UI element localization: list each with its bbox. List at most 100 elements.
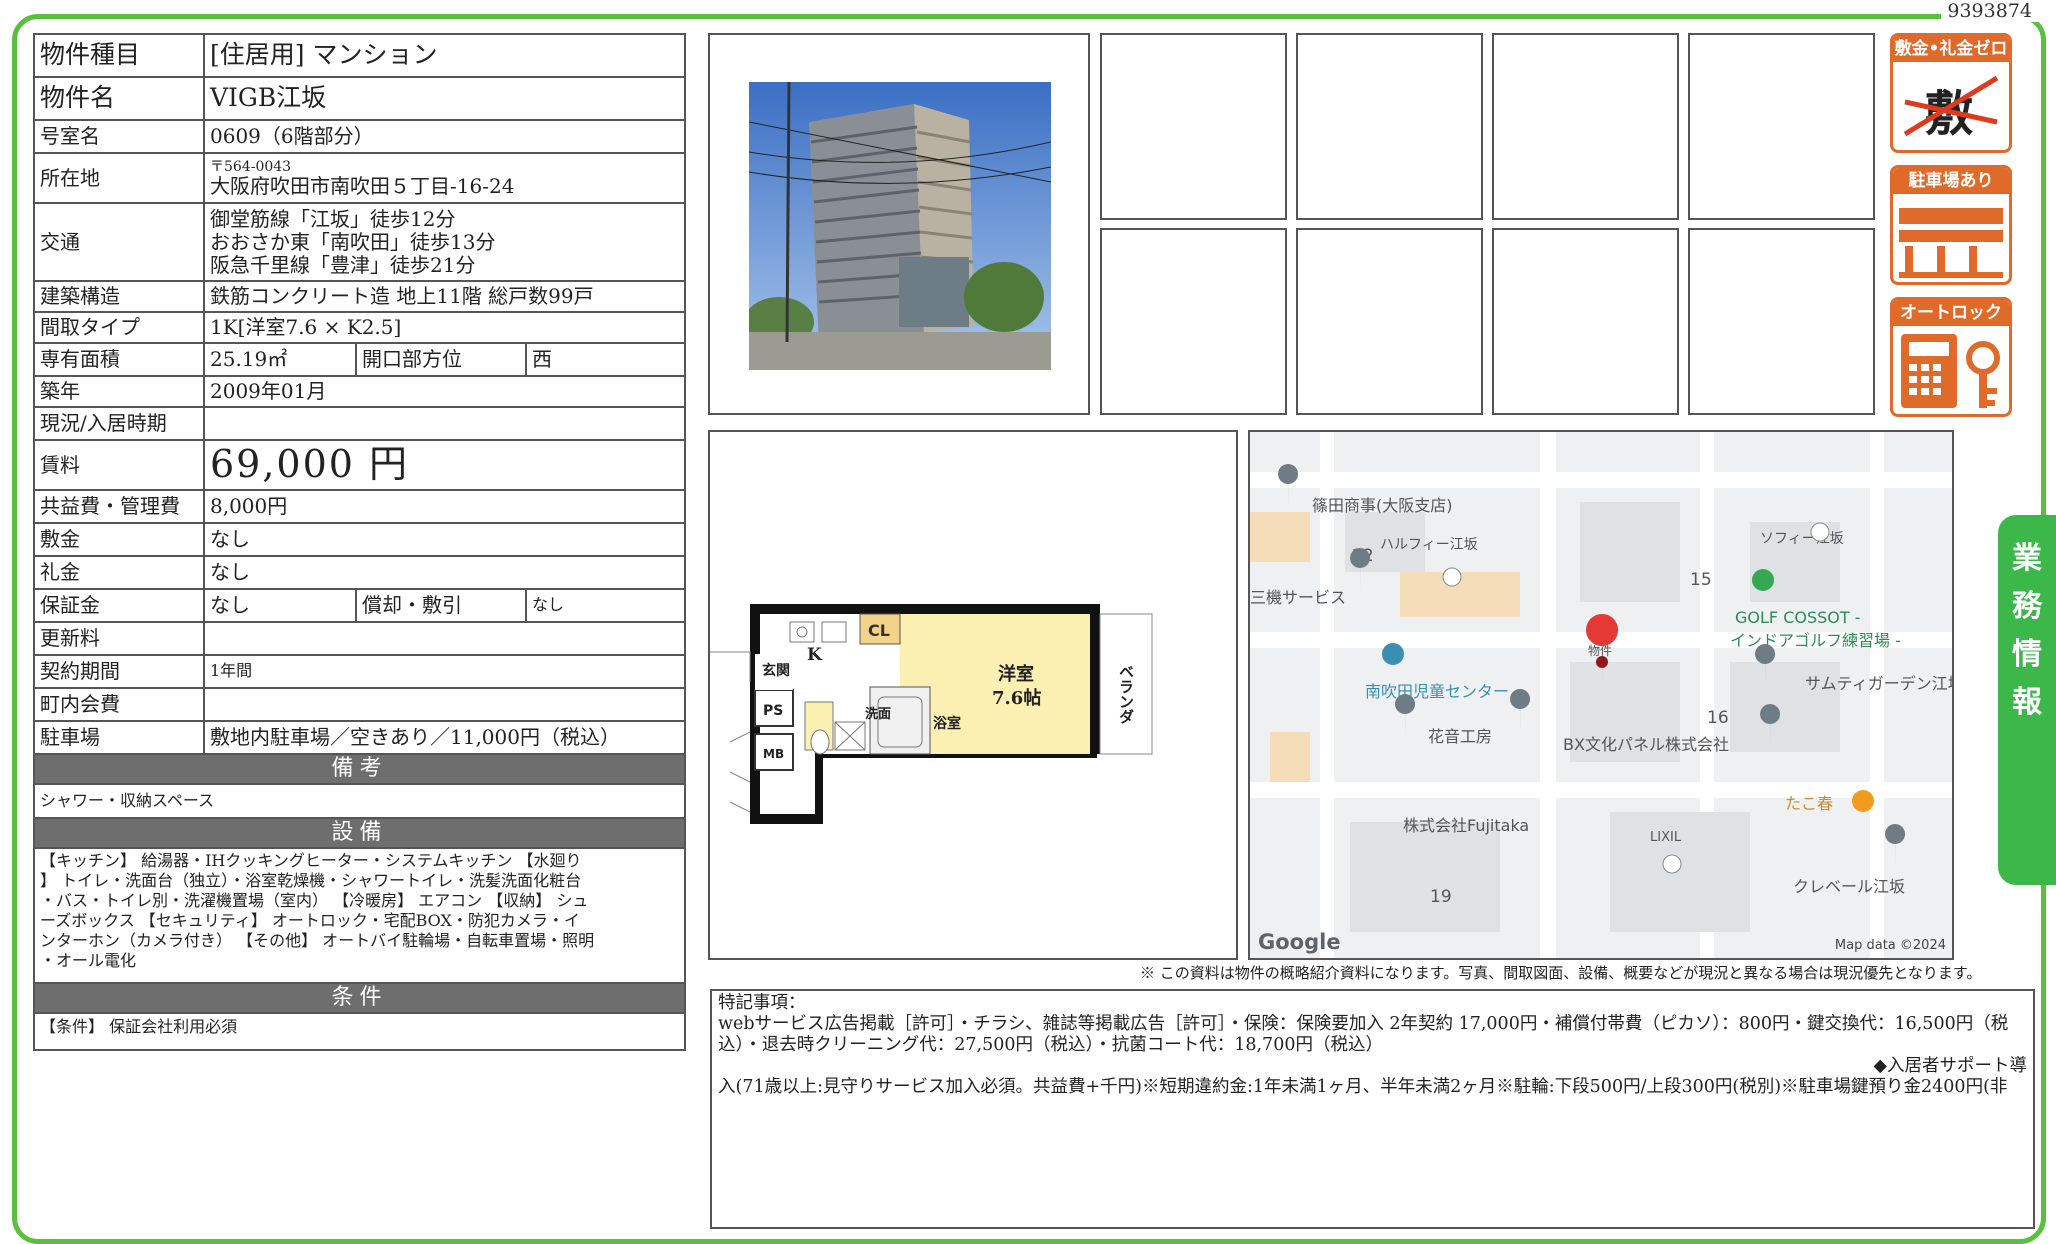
fee-label: 共益費・管理費 xyxy=(33,489,205,524)
document-number: 9393874 xyxy=(1941,0,2038,22)
parking-value: 敷地内駐車場／空きあり／11,000円（税込） xyxy=(203,720,686,755)
photo-slot xyxy=(1100,228,1287,415)
layout-value: 1K[洋室7.6 × K2.5] xyxy=(203,311,686,344)
conditions-title: 条件 xyxy=(33,982,686,1014)
map-label[interactable]: 物件 xyxy=(1588,642,1612,659)
parking-label: 駐車場 xyxy=(33,720,205,755)
side-tab-char: 情 xyxy=(2012,637,2042,672)
contract-label: 契約期間 xyxy=(33,654,205,689)
conditions-text: 【条件】 保証会社利用必須 xyxy=(33,1012,686,1051)
facing-value: 西 xyxy=(525,342,686,377)
name-label: 物件名 xyxy=(33,76,205,121)
special-notes-line: 入(71歳以上:見守りサービス加入必須。共益費+千円)※短期違約金:1年未満1ヶ… xyxy=(718,1077,2008,1097)
equipment-title: 設備 xyxy=(33,817,686,849)
parking-badge: 駐車場あり xyxy=(1890,165,2012,285)
remarks-row: シャワー・収納スペース xyxy=(33,783,686,819)
special-notes-line: webサービス広告掲載［許可］・チラシ、雑誌等掲載広告［許可］・保険：保険要加入… xyxy=(718,1014,2009,1034)
keymoney-label: 礼金 xyxy=(33,555,205,590)
map-label[interactable]: LIXIL xyxy=(1650,830,1681,845)
renewal-label: 更新料 xyxy=(33,621,205,656)
photo-slot xyxy=(1688,33,1875,220)
built-label: 築年 xyxy=(33,375,205,408)
map-label[interactable]: 株式会社Fujitaka xyxy=(1403,812,1529,836)
map-label[interactable]: クレベール江坂 xyxy=(1793,873,1905,897)
special-notes-heading: 特記事項： xyxy=(718,993,806,1013)
fee-value: 8,000円 xyxy=(203,489,686,524)
fp-ps: PS xyxy=(763,703,783,719)
map-block-number: 22 xyxy=(1352,546,1374,566)
map-label[interactable]: GOLF COSSOT - xyxy=(1735,608,1861,627)
equipment-line: ・バス・トイレ別・洗濯機置場（室内） 【冷暖房】 エアコン 【収納】 シュ xyxy=(40,891,589,910)
conditions-row: 【条件】 保証会社利用必須 xyxy=(33,1012,686,1051)
business-info-tab[interactable]: 業 務 情 報 xyxy=(1998,515,2056,885)
structure-value: 鉄筋コンクリート造 地上11階 総戸数99戸 xyxy=(203,280,686,313)
special-notes-box: 特記事項： webサービス広告掲載［許可］・チラシ、雑誌等掲載広告［許可］・保険… xyxy=(710,989,2035,1229)
fp-senmen: 洗面 xyxy=(865,706,891,722)
community-label: 町内会費 xyxy=(33,687,205,722)
keymoney-value: なし xyxy=(203,555,686,590)
equipment-line: ・オール電化 xyxy=(40,951,137,970)
remarks-header: 備考 xyxy=(33,753,686,785)
guarantee-label: 保証金 xyxy=(33,588,205,623)
special-notes-line: ◆入居者サポート導 xyxy=(1873,1056,2027,1076)
name-value: VIGB江坂 xyxy=(203,76,686,121)
side-tab-char: 務 xyxy=(2012,589,2042,624)
access-line: 阪急千里線「豊津」徒歩21分 xyxy=(210,252,476,277)
row-layout: 間取タイプ 1K[洋室7.6 × K2.5] xyxy=(33,311,686,344)
equipment-header: 設備 xyxy=(33,817,686,849)
map-label[interactable]: インドアゴルフ練習場 - xyxy=(1730,627,1901,651)
map-label[interactable]: 南吹田児童センター xyxy=(1365,678,1509,702)
amort-label: 償却・敷引 xyxy=(355,588,527,623)
fp-veranda: ベランダ xyxy=(1117,664,1135,724)
map-label[interactable]: たこ春 xyxy=(1785,790,1833,814)
photo-slot xyxy=(1492,33,1679,220)
autolock-icon xyxy=(1901,334,2000,408)
special-notes-line: 込）・退去時クリーニング代：27,500円（税込）・抗菌コート代：18,700円… xyxy=(718,1035,1383,1055)
room-label: 号室名 xyxy=(33,119,205,154)
remarks-title: 備考 xyxy=(33,753,686,785)
rent-value: 69,000 円 xyxy=(203,439,686,491)
equipment-row: 【キッチン】 給湯器・IHクッキングヒーター・システムキッチン 【水廻り 】 ト… xyxy=(33,847,686,984)
built-value: 2009年01月 xyxy=(203,375,686,408)
equipment-line: ーズボックス 【セキュリティ】 オートロック・宅配BOX・防犯カメラ・イ xyxy=(40,911,580,930)
row-structure: 建築構造 鉄筋コンクリート造 地上11階 総戸数99戸 xyxy=(33,280,686,313)
map-block-number: 15 xyxy=(1690,570,1712,590)
building-photo-frame xyxy=(708,33,1090,415)
parking-icon xyxy=(1899,208,2003,278)
photo-slot xyxy=(1688,228,1875,415)
equipment-line: ンターホン（カメラ付き） 【その他】 オートバイ駐輪場・自転車置場・照明 xyxy=(40,931,595,950)
map-label[interactable]: サムティガーデン江坂 xyxy=(1805,670,1952,694)
autolock-title: オートロック xyxy=(1893,300,2009,326)
map-label[interactable]: ハルフィー江坂 xyxy=(1380,534,1478,554)
map-label[interactable]: BX文化パネル株式会社 xyxy=(1563,731,1729,755)
fp-mb: MB xyxy=(763,747,784,761)
map-label[interactable]: 三機サービス xyxy=(1250,584,1346,608)
conditions-header: 条件 xyxy=(33,982,686,1014)
row-address: 所在地 〒564-0043 大阪府吹田市南吹田５丁目-16-24 xyxy=(33,152,686,204)
row-parking: 駐車場 敷地内駐車場／空きあり／11,000円（税込） xyxy=(33,720,686,755)
fp-room: 洋室 xyxy=(998,663,1034,685)
photo-slot xyxy=(1100,33,1287,220)
row-fee: 共益費・管理費 8,000円 xyxy=(33,489,686,524)
equipment-line: 【キッチン】 給湯器・IHクッキングヒーター・システムキッチン 【水廻り xyxy=(40,851,582,870)
map-label[interactable]: 篠田商事(大阪支店) xyxy=(1312,492,1453,516)
map-label[interactable]: 花音工房 xyxy=(1428,723,1492,747)
access-value: 御堂筋線「江坂」徒歩12分 おおさか東「南吹田」徒歩13分 阪急千里線「豊津」徒… xyxy=(203,202,686,282)
access-line: 御堂筋線「江坂」徒歩12分 xyxy=(210,206,456,231)
contract-value: 1年間 xyxy=(203,654,686,689)
map-attribution: Map data ©2024 xyxy=(1834,938,1946,953)
equipment-line: 】 トイレ・洗面台（独立）・浴室乾燥機・シャワートイレ・洗髪洗面化粧台 xyxy=(40,871,582,890)
layout-label: 間取タイプ xyxy=(33,311,205,344)
parking-title: 駐車場あり xyxy=(1893,168,2009,194)
map-label[interactable]: ソフィー江坂 xyxy=(1760,528,1844,548)
zero-deposit-badge: 敷金•礼金ゼロ 敷 礼 xyxy=(1890,33,2012,153)
cross-mark-icon xyxy=(1903,75,1999,137)
area-map[interactable]: 篠田商事(大阪支店) ハルフィー江坂 ソフィー江坂 三機サービス GOLF CO… xyxy=(1248,430,1954,960)
rent-label: 賃料 xyxy=(33,439,205,491)
room-value: 0609（6階部分） xyxy=(203,119,686,154)
row-area: 専有面積 25.19㎡ 開口部方位 西 xyxy=(33,342,686,377)
property-table: 物件種目 [住居用] マンション 物件名 VIGB江坂 号室名 0609（6階部… xyxy=(33,33,686,1051)
fp-k: K xyxy=(807,645,823,665)
address-value: 〒564-0043 大阪府吹田市南吹田５丁目-16-24 xyxy=(203,152,686,204)
building-photo xyxy=(749,82,1051,370)
